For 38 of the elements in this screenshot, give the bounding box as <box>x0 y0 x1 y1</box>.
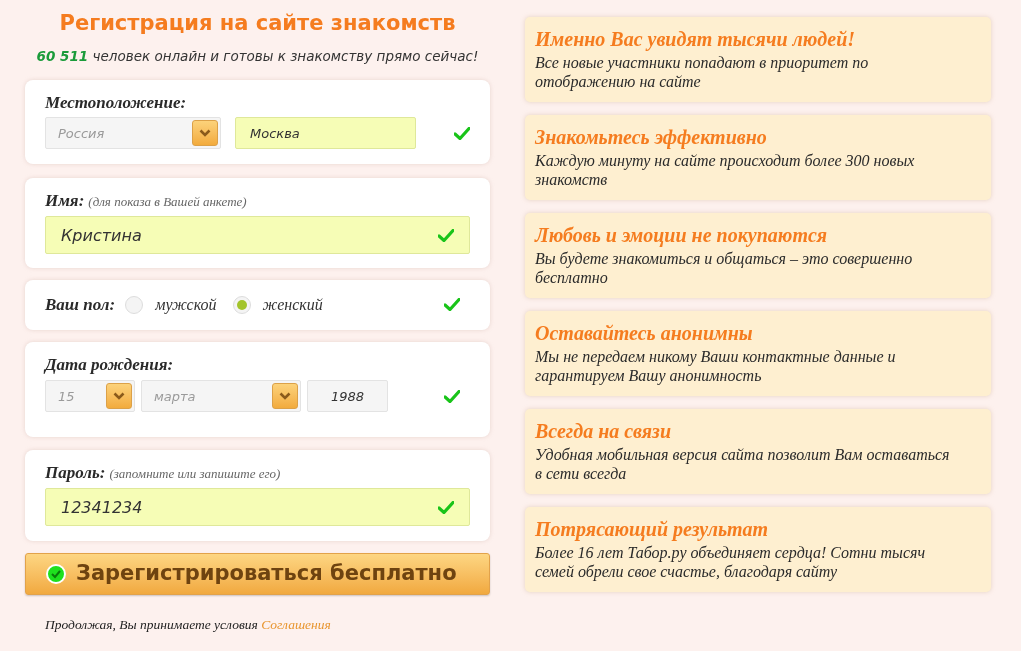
terms-text: Продолжая, Вы принимаете условия Соглашения <box>45 615 332 634</box>
register-button[interactable]: Зарегистрироваться бесплатно <box>25 552 490 595</box>
feature-text: Каждую минуту на сайте происходит более 300 новых знакомств <box>535 151 916 189</box>
field-hint: (запомните или запишите его) <box>109 464 281 483</box>
feature-title: Любовь и эмоции не покупаются <box>535 223 829 247</box>
radio-label[interactable]: мужской <box>155 292 217 317</box>
feature-text: Удобная мобильная версия сайта позволит Вам оставаться в сети всегда <box>535 445 951 483</box>
field-label: Дата рождения: <box>45 353 175 376</box>
feature-title: Всегда на связи <box>535 419 672 443</box>
online-count-text: 60 511 человек онлайн и готовы к знакомству прямо сейчас! <box>35 46 480 66</box>
feature-title: Потрясающий результат <box>535 517 770 541</box>
feature-text: Более 16 лет Табор.ру объединяет сердца! Сотни тысяч семей обрели свое счастье, благодаря сайту <box>535 543 927 581</box>
dropdown-arrow-button[interactable] <box>106 383 132 410</box>
feature-text: Мы не передаем никому Ваши контактные данные и гарантируем Вашу анонимность <box>535 347 897 385</box>
year-field[interactable]: 1988 <box>307 380 388 413</box>
radio-label[interactable]: женский <box>262 292 323 317</box>
field-label: Местоположение: <box>45 91 188 114</box>
city-field[interactable]: Москва <box>235 117 416 150</box>
chevron-down-icon <box>113 392 125 401</box>
chevron-down-icon <box>199 129 211 138</box>
field-label: Имя: <box>45 189 85 212</box>
radio-button[interactable] <box>232 295 251 314</box>
check-circle-icon <box>46 563 66 584</box>
field-hint: (для показа в Вашей анкете) <box>88 192 247 211</box>
chevron-down-icon <box>279 392 291 401</box>
feature-title: Знакомьтесь эффективно <box>535 125 768 149</box>
field-label: Пароль: <box>45 461 106 484</box>
name-field[interactable]: Кристина <box>45 216 470 255</box>
feature-title: Оставайтесь анонимны <box>535 321 754 345</box>
feature-title: Именно Вас увидят тысячи людей! <box>535 27 857 51</box>
feature-text: Вы будете знакомиться и общаться – это совершенно бесплатно <box>535 249 914 287</box>
page-title: Регистрация на сайте знакомств <box>58 10 457 37</box>
radio-button[interactable] <box>125 295 144 314</box>
dropdown-arrow-button[interactable] <box>192 120 218 147</box>
dropdown-arrow-button[interactable] <box>272 383 298 410</box>
field-label: Ваш пол: <box>45 294 116 316</box>
feature-text: Все новые участники попадают в приоритет по отображению на сайте <box>535 53 870 91</box>
password-field[interactable]: 12341234 <box>45 488 470 527</box>
